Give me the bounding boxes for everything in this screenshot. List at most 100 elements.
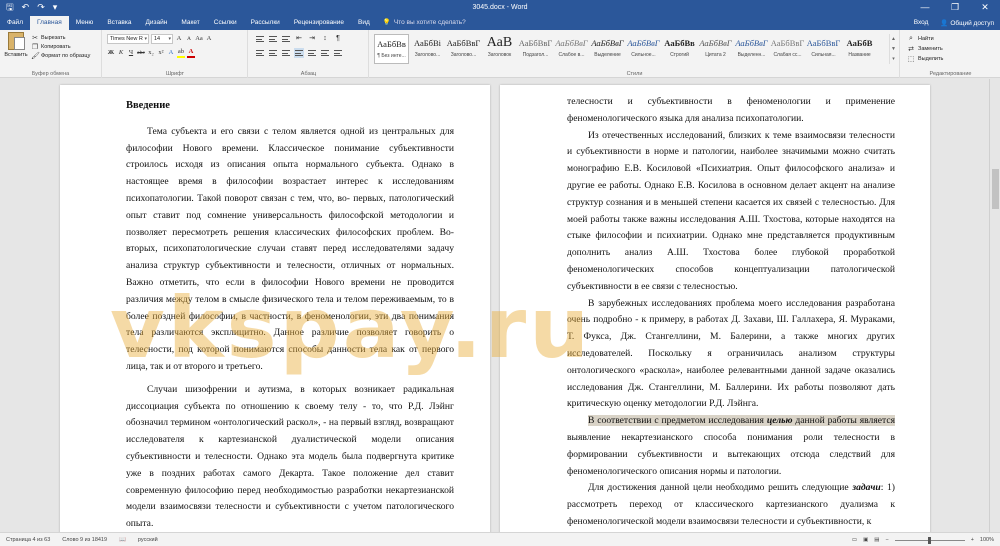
restore-button[interactable]: ❐	[940, 0, 970, 15]
tab-review[interactable]: Рецензирование	[287, 16, 351, 30]
line-spacing-button[interactable]	[307, 48, 317, 58]
select-button[interactable]: ⬚ Выделить	[901, 54, 1000, 64]
cut-button[interactable]: ✂ Вырезать	[31, 33, 90, 42]
subscript-button[interactable]: x₂	[147, 48, 155, 58]
tab-view[interactable]: Вид	[351, 16, 377, 30]
tell-me-search[interactable]: 💡 Что вы хотите сделать?	[383, 16, 466, 30]
tab-insert[interactable]: Вставка	[100, 16, 138, 30]
font-size-select[interactable]: 14 ▾	[151, 34, 173, 44]
chevron-down-icon: ▾	[168, 36, 171, 42]
text-effects-button[interactable]: A	[167, 48, 175, 58]
document-area[interactable]: Введение Тема субъекта и его связи с тел…	[0, 79, 1000, 532]
close-button[interactable]: ✕	[970, 0, 1000, 15]
zoom-out-icon[interactable]: −	[885, 537, 888, 543]
font-family-select[interactable]: Times New R ▾	[107, 34, 149, 44]
style-item[interactable]: АаБбВв Строгий	[662, 34, 697, 64]
tab-home[interactable]: Главная	[29, 16, 69, 30]
zoom-level[interactable]: 100%	[980, 537, 994, 543]
language-indicator[interactable]: русский	[132, 537, 164, 543]
web-layout-icon[interactable]: ▤	[874, 537, 879, 543]
tab-menu[interactable]: Меню	[69, 16, 101, 30]
zoom-knob[interactable]	[927, 536, 931, 544]
page-left-body[interactable]: Введение Тема субъекта и его связи с тел…	[126, 98, 454, 532]
shading-button[interactable]	[320, 48, 330, 58]
style-item[interactable]: АаБбВвГ Сильная...	[806, 34, 841, 64]
style-item[interactable]: АаБбВі Заголово...	[410, 34, 445, 64]
chevron-down-icon: ▾	[144, 36, 147, 42]
strikethrough-button[interactable]: abc	[137, 48, 145, 58]
sort-button[interactable]: ↕	[320, 34, 330, 44]
style-name: ¶ Без инте...	[377, 53, 406, 59]
font-group-label: Шрифт	[165, 71, 185, 77]
print-layout-icon[interactable]: ▣	[863, 537, 868, 543]
superscript-button[interactable]: x²	[157, 48, 165, 58]
style-item[interactable]: АаБбВвГ Сильное...	[626, 34, 661, 64]
style-item[interactable]: АаБбВвГ Заголово...	[446, 34, 481, 64]
style-item[interactable]: АаБбВв ¶ Без инте...	[374, 34, 409, 64]
multilevel-list-button[interactable]	[281, 34, 291, 44]
tab-mailings[interactable]: Рассылки	[244, 16, 287, 30]
copy-button[interactable]: ❐ Копировать	[31, 42, 90, 51]
read-mode-icon[interactable]: ▭	[852, 537, 857, 543]
style-preview: АаБбВвГ	[735, 38, 768, 48]
page-right-body[interactable]: телесности и субъективности в феноменоло…	[567, 94, 895, 531]
bold-button[interactable]: Ж	[107, 48, 115, 58]
tab-layout[interactable]: Макет	[174, 16, 206, 30]
minimize-button[interactable]: —	[910, 0, 940, 15]
style-preview: АаБбВвГ	[770, 38, 805, 48]
style-item[interactable]: АаБбВвГ Подзагол...	[518, 34, 553, 64]
style-item[interactable]: АаБбВвГ Слабая сс...	[770, 34, 805, 64]
align-left-button[interactable]	[255, 48, 265, 58]
change-case-button[interactable]: Aa	[195, 34, 203, 44]
font-color-button[interactable]: A	[187, 48, 195, 58]
numbering-button[interactable]	[268, 34, 278, 44]
zoom-slider[interactable]	[894, 536, 965, 544]
vertical-scrollbar[interactable]	[989, 79, 1000, 532]
decrease-indent-button[interactable]: ⇤	[294, 34, 304, 44]
show-marks-button[interactable]: ¶	[333, 34, 343, 44]
paste-button[interactable]: Вставить	[4, 32, 28, 58]
align-left-icon	[256, 50, 264, 56]
bullets-button[interactable]	[255, 34, 265, 44]
style-item[interactable]: АаБбВвГ Выделенн...	[734, 34, 769, 64]
italic-button[interactable]: К	[117, 48, 125, 58]
page-right[interactable]: телесности и субъективности в феноменоло…	[500, 85, 930, 532]
style-preview: АаБбВв	[377, 39, 406, 49]
share-button[interactable]: 👤 Общий доступ	[940, 19, 994, 27]
font-size-value: 14	[154, 36, 161, 42]
signin-link[interactable]: Вход	[914, 19, 929, 26]
style-preview: АаБбВі	[413, 38, 442, 48]
tab-references[interactable]: Ссылки	[207, 16, 244, 30]
find-button[interactable]: ⌕ Найти	[901, 34, 1000, 44]
shrink-font-button[interactable]: A	[185, 34, 193, 44]
align-right-button[interactable]	[281, 48, 291, 58]
style-item[interactable]: АаБбВвГ Цитата 2	[698, 34, 733, 64]
page-left[interactable]: Введение Тема субъекта и его связи с тел…	[60, 85, 490, 532]
underline-button[interactable]: Ч	[127, 48, 135, 58]
paragraph-group-label: Абзац	[300, 71, 317, 77]
style-item[interactable]: АаБбВ Название	[842, 34, 877, 64]
word-count[interactable]: Слово 9 из 18419	[56, 537, 113, 543]
format-painter-button[interactable]: 🖌 Формат по образцу	[31, 51, 90, 60]
style-item[interactable]: АаВ Заголовок	[482, 34, 517, 64]
style-name: Строгий	[670, 52, 689, 58]
proofing-icon[interactable]: 📖	[113, 537, 132, 543]
styles-scroll[interactable]: ▲ ▼ ▾	[889, 34, 897, 64]
highlight-button[interactable]: ab	[177, 48, 185, 58]
increase-indent-button[interactable]: ⇥	[307, 34, 317, 44]
format-painter-label: Формат по образцу	[41, 52, 91, 59]
replace-button[interactable]: ⇄ Заменить	[901, 44, 1000, 54]
tab-design[interactable]: Дизайн	[138, 16, 174, 30]
style-item[interactable]: АаБбВвГ Слабое в...	[554, 34, 589, 64]
align-center-button[interactable]	[268, 48, 278, 58]
zoom-in-icon[interactable]: +	[971, 537, 974, 543]
tab-file[interactable]: Файл	[0, 16, 30, 30]
grow-font-button[interactable]: A	[175, 34, 183, 44]
page-count[interactable]: Страница 4 из 63	[0, 537, 56, 543]
style-item[interactable]: АаБбВвГ Выделение	[590, 34, 625, 64]
select-label: Выделить	[918, 56, 944, 62]
justify-button[interactable]	[294, 48, 304, 58]
borders-button[interactable]	[333, 48, 343, 58]
clear-formatting-button[interactable]: A	[205, 34, 213, 44]
scroll-thumb[interactable]	[992, 169, 999, 209]
